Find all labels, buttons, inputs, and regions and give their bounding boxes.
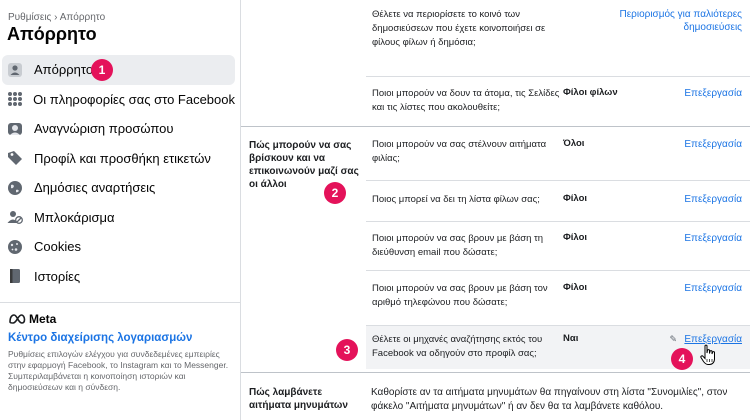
setting-value: Φίλοι bbox=[563, 282, 588, 293]
settings-sidebar: Ρυθμίσεις › Απόρρητο Απόρρητο Απόρρητο Ο… bbox=[0, 0, 241, 420]
grid-icon bbox=[6, 90, 23, 108]
sidebar-item-cookies[interactable]: Cookies bbox=[2, 232, 235, 262]
face-icon bbox=[6, 120, 24, 138]
sidebar-item-stories[interactable]: Ιστορίες bbox=[2, 262, 235, 292]
sidebar-item-label: Ιστορίες bbox=[34, 268, 81, 284]
section-label-find-contact: Πώς μπορούν να σας βρίσκουν και να επικο… bbox=[249, 140, 359, 190]
accounts-center-block: Meta Κέντρο διαχείρισης λογαριασμών Ρυθμ… bbox=[0, 302, 241, 392]
accounts-center-description: Ρυθμίσεις επιλογών ελέγχου για συνδεδεμέ… bbox=[8, 349, 229, 392]
setting-question: Ποιοι μπορούν να δουν τα άτομα, τις Σελί… bbox=[372, 88, 560, 113]
step-badge-3: 3 bbox=[336, 339, 358, 361]
sidebar-item-label: Απόρρητο bbox=[34, 62, 94, 78]
edit-link[interactable]: Επεξεργασία bbox=[684, 87, 742, 100]
block-user-icon bbox=[6, 208, 24, 226]
section-divider bbox=[241, 372, 750, 373]
setting-row-limit-past-posts: Θέλετε να περιορίσετε το κοινό των δημοσ… bbox=[366, 0, 750, 76]
breadcrumb[interactable]: Ρυθμίσεις › Απόρρητο bbox=[8, 12, 105, 23]
setting-question: Ποιοι μπορούν να σας στέλνουν αιτήματα φ… bbox=[372, 139, 547, 164]
setting-row-following: Ποιοι μπορούν να δουν τα άτομα, τις Σελί… bbox=[366, 76, 750, 126]
step-badge-4: 4 bbox=[671, 348, 693, 370]
edit-link[interactable]: Επεξεργασία bbox=[684, 282, 742, 295]
sidebar-item-label: Αναγνώριση προσώπου bbox=[34, 121, 174, 137]
setting-row-friend-requests: Ποιοι μπορούν να σας στέλνουν αιτήματα φ… bbox=[366, 126, 750, 180]
step-badge-1: 1 bbox=[91, 59, 113, 81]
sidebar-item-label: Δημόσιες αναρτήσεις bbox=[34, 180, 156, 196]
setting-value: Φίλοι φίλων bbox=[563, 87, 618, 98]
sidebar-item-label: Μπλοκάρισμα bbox=[34, 209, 115, 225]
setting-value: Φίλοι bbox=[563, 193, 588, 204]
accounts-center-link[interactable]: Κέντρο διαχείρισης λογαριασμών bbox=[8, 332, 192, 344]
setting-value: Φίλοι bbox=[563, 232, 588, 243]
edit-link[interactable]: Επεξεργασία bbox=[684, 193, 742, 206]
setting-question: Θέλετε οι μηχανές αναζήτησης εκτός του F… bbox=[372, 334, 543, 359]
globe-icon bbox=[6, 179, 24, 197]
sidebar-item-public-posts[interactable]: Δημόσιες αναρτήσεις bbox=[2, 173, 235, 203]
sidebar-item-face-recognition[interactable]: Αναγνώριση προσώπου bbox=[2, 114, 235, 144]
tag-icon bbox=[6, 149, 24, 167]
sidebar-item-label: Cookies bbox=[34, 239, 81, 255]
setting-question: Ποιοι μπορούν να σας βρουν με βάση τον α… bbox=[372, 283, 548, 308]
setting-row-friends-list: Ποιος μπορεί να δει τη λίστα φίλων σας; … bbox=[366, 180, 750, 221]
page-title: Απόρρητο bbox=[7, 24, 97, 44]
meta-logo-text: Meta bbox=[29, 312, 57, 326]
book-icon bbox=[6, 267, 24, 285]
edit-link[interactable]: Επεξεργασία bbox=[684, 138, 742, 151]
pencil-icon: ✎ bbox=[669, 334, 677, 344]
hand-cursor-icon bbox=[700, 344, 718, 371]
setting-value: Ναι bbox=[563, 333, 579, 344]
sidebar-item-your-info[interactable]: Οι πληροφορίες σας στο Facebook bbox=[2, 85, 235, 115]
sidebar-item-blocking[interactable]: Μπλοκάρισμα bbox=[2, 203, 235, 233]
setting-question: Ποιοι μπορούν να σας βρουν με βάση τη δι… bbox=[372, 233, 544, 258]
edit-link[interactable]: Επεξεργασία bbox=[684, 232, 742, 245]
setting-question: Θέλετε να περιορίσετε το κοινό των δημοσ… bbox=[372, 9, 546, 48]
setting-row-find-by-phone: Ποιοι μπορούν να σας βρουν με βάση τον α… bbox=[366, 270, 750, 325]
setting-row-find-by-email: Ποιοι μπορούν να σας βρουν με βάση τη δι… bbox=[366, 221, 750, 270]
sidebar-item-label: Οι πληροφορίες σας στο Facebook bbox=[33, 91, 235, 107]
sidebar-item-privacy[interactable]: Απόρρητο bbox=[2, 55, 235, 85]
setting-value: Όλοι bbox=[563, 138, 585, 149]
step-badge-2: 2 bbox=[324, 182, 346, 204]
setting-question: Ποιος μπορεί να δει τη λίστα φίλων σας; bbox=[372, 194, 540, 205]
section-label-message-requests: Πώς λαμβάνετε αιτήματα μηνυμάτων bbox=[249, 387, 348, 411]
lock-person-icon bbox=[6, 61, 24, 79]
limit-past-posts-link[interactable]: Περιορισμός για παλιότερες δημοσιεύσεις bbox=[612, 8, 743, 34]
meta-logo-icon bbox=[9, 314, 26, 324]
message-requests-description: Καθορίστε αν τα αιτήματα μηνυμάτων θα πη… bbox=[371, 387, 728, 412]
cookie-icon bbox=[6, 238, 24, 256]
meta-logo: Meta bbox=[8, 312, 56, 326]
sidebar-nav: Απόρρητο Οι πληροφορίες σας στο Facebook… bbox=[0, 55, 241, 291]
sidebar-item-label: Προφίλ και προσθήκη ετικετών bbox=[34, 150, 211, 166]
sidebar-item-profile-tagging[interactable]: Προφίλ και προσθήκη ετικετών bbox=[2, 144, 235, 174]
